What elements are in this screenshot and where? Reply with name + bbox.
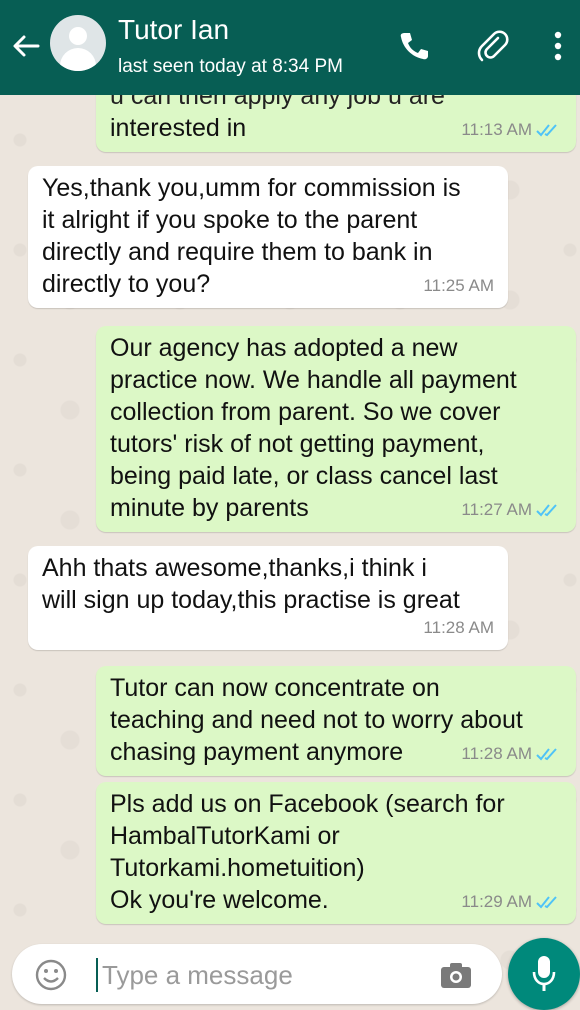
message-time: 11:27 AM — [461, 500, 532, 519]
message-composer[interactable]: Type a message — [12, 944, 502, 1004]
last-seen-status: last seen today at 8:34 PM — [118, 56, 343, 77]
emoji-icon[interactable] — [34, 958, 68, 992]
avatar[interactable] — [50, 15, 106, 71]
message-text: Ahh thats awesome,thanks,i think i will … — [42, 554, 460, 614]
read-ticks-icon — [536, 124, 557, 137]
message-meta: 11:25 AM — [423, 270, 494, 302]
message-text: interested in — [110, 114, 247, 142]
message-meta: 11:28 AM — [461, 738, 562, 770]
read-ticks-icon — [536, 504, 557, 517]
message-time: 11:28 AM — [423, 618, 494, 637]
read-ticks-icon — [536, 748, 557, 761]
avatar-body — [60, 48, 96, 71]
message-bubble-outgoing[interactable]: Our agency has adopted a new practice no… — [96, 326, 576, 532]
microphone-icon — [532, 956, 556, 991]
avatar-head — [69, 27, 87, 45]
text-cursor — [96, 958, 98, 992]
message-bubble-incoming[interactable]: Yes,thank you,umm for commission is it a… — [28, 166, 508, 308]
contact-name[interactable]: Tutor Ian — [118, 14, 229, 46]
mic-button[interactable] — [508, 938, 580, 1010]
message-time: 11:29 AM — [461, 892, 532, 911]
message-input[interactable]: Type a message — [102, 960, 293, 991]
message-time: 11:25 AM — [423, 276, 494, 295]
paperclip-icon[interactable] — [474, 28, 510, 64]
message-meta: 11:28 AM — [423, 612, 494, 644]
message-meta: 11:13 AM — [461, 114, 562, 146]
chat-header: Tutor Ian last seen today at 8:34 PM — [0, 0, 580, 95]
message-meta: 11:27 AM — [461, 494, 562, 526]
message-meta: 11:29 AM — [461, 886, 562, 918]
message-bubble-outgoing[interactable]: Pls add us on Facebook (search for Hamba… — [96, 782, 576, 924]
phone-icon[interactable] — [396, 28, 432, 64]
more-vertical-icon[interactable] — [548, 28, 568, 64]
message-time: 11:28 AM — [461, 744, 532, 763]
read-ticks-icon — [536, 896, 557, 909]
message-bubble-incoming[interactable]: Ahh thats awesome,thanks,i think i will … — [28, 546, 508, 650]
message-time: 11:13 AM — [461, 120, 532, 139]
message-bubble-outgoing[interactable]: Tutor can now concentrate on teaching an… — [96, 666, 576, 776]
camera-icon[interactable] — [438, 958, 474, 992]
arrow-left-icon[interactable] — [10, 30, 42, 62]
